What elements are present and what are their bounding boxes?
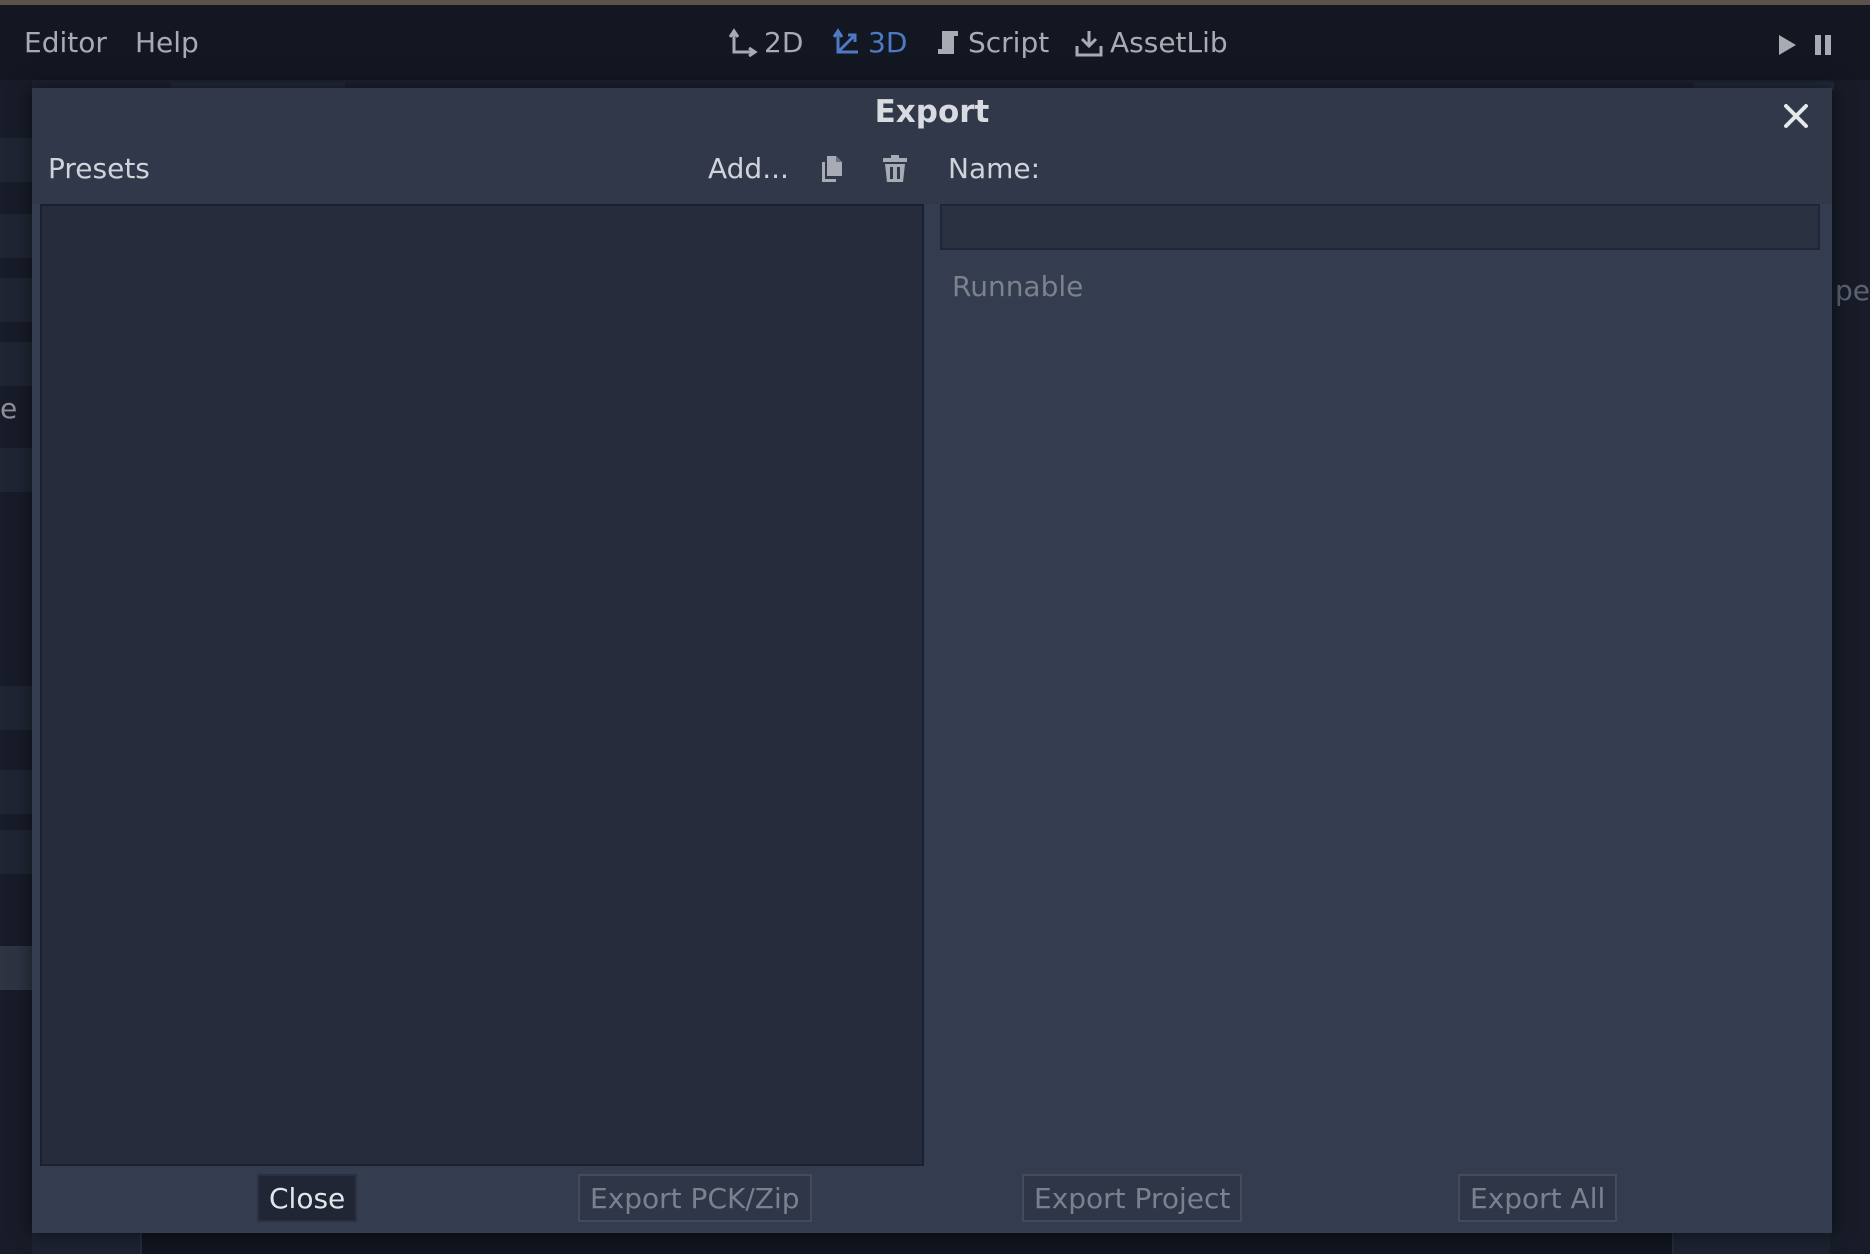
background-text-fragment: e [0, 392, 18, 425]
close-icon[interactable] [1778, 98, 1814, 134]
download-icon [1075, 30, 1103, 56]
menu-help[interactable]: Help [135, 26, 199, 59]
export-pck-zip-button[interactable]: Export PCK/Zip [578, 1174, 812, 1222]
workspace-2d-label: 2D [764, 26, 804, 59]
trash-icon[interactable] [880, 154, 910, 184]
pause-icon[interactable] [1812, 33, 1834, 57]
close-button[interactable]: Close [257, 1174, 358, 1222]
background-right-dock [1830, 80, 1870, 1254]
preset-name-input[interactable] [940, 204, 1820, 250]
name-label: Name: [948, 152, 1041, 185]
2d-icon [728, 27, 758, 57]
play-icon[interactable] [1776, 33, 1798, 57]
workspace-3d-button[interactable]: 3D [832, 26, 907, 59]
workspace-script-button[interactable]: Script [934, 26, 1049, 59]
dialog-header: Export Presets Add... Name: [32, 88, 1832, 204]
presets-list[interactable] [40, 204, 924, 1166]
workspace-3d-label: 3D [868, 26, 908, 59]
duplicate-icon[interactable] [818, 154, 846, 184]
export-project-button[interactable]: Export Project [1022, 1174, 1243, 1222]
3d-icon [832, 27, 858, 53]
export-dialog: Export Presets Add... Name: Runnable Clo… [32, 88, 1832, 1233]
workspace-assetlib-label: AssetLib [1110, 26, 1228, 59]
background-text-fragment-right: pe [1835, 274, 1870, 307]
export-all-button[interactable]: Export All [1458, 1174, 1618, 1222]
add-preset-button[interactable]: Add... [708, 152, 789, 185]
menu-editor[interactable]: Editor [24, 26, 107, 59]
runnable-checkbox[interactable]: Runnable [952, 270, 1083, 303]
workspace-2d-button[interactable]: 2D [728, 26, 803, 59]
script-icon [938, 30, 958, 54]
background-left-dock [0, 80, 32, 1254]
workspace-script-label: Script [968, 26, 1050, 59]
presets-label: Presets [48, 152, 150, 185]
menu-bar: Editor Help 2D 3D Script AssetLib [0, 5, 1870, 80]
dialog-title: Export [874, 94, 990, 130]
background-bottom-panel [140, 1232, 1674, 1254]
workspace-assetlib-button[interactable]: AssetLib [1074, 26, 1228, 59]
